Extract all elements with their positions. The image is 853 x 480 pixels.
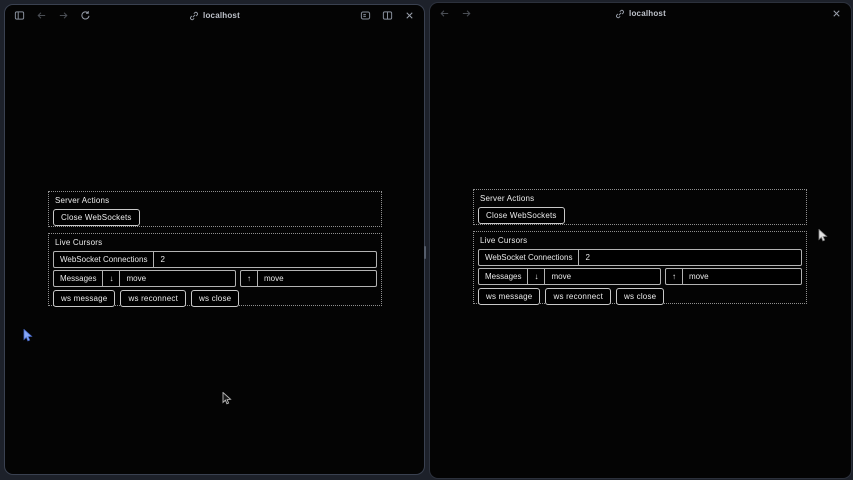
last-message-up: move xyxy=(257,271,376,286)
sidebar-icon[interactable] xyxy=(14,10,25,21)
ws-message-button[interactable]: ws message xyxy=(53,290,115,307)
toolbar-right-group xyxy=(360,10,415,21)
server-actions-panel: Server Actions Close WebSockets xyxy=(473,189,807,225)
ws-reconnect-button[interactable]: ws reconnect xyxy=(545,288,611,305)
link-icon xyxy=(189,11,199,21)
messages-down-box: Messages ↓ move xyxy=(478,268,661,285)
toolbar-right-group xyxy=(831,8,842,19)
connections-label: WebSocket Connections xyxy=(54,252,153,267)
live-cursors-title: Live Cursors xyxy=(55,238,377,247)
toolbar-left-group xyxy=(14,10,91,21)
close-icon[interactable] xyxy=(831,8,842,19)
address-title[interactable]: localhost xyxy=(430,3,851,24)
server-actions-title: Server Actions xyxy=(55,196,377,205)
messages-label: Messages xyxy=(54,271,102,286)
back-icon[interactable] xyxy=(36,10,47,21)
ws-close-button[interactable]: ws close xyxy=(616,288,664,305)
last-message-up: move xyxy=(682,269,801,284)
split-view-icon[interactable] xyxy=(382,10,393,21)
link-icon xyxy=(615,9,625,19)
page-content: Server Actions Close WebSockets Live Cur… xyxy=(430,24,851,478)
forward-icon[interactable] xyxy=(461,8,472,19)
live-cursors-title: Live Cursors xyxy=(480,236,802,245)
remote-cursor-white xyxy=(818,229,828,247)
ws-close-button[interactable]: ws close xyxy=(191,290,239,307)
window-resize-handle[interactable] xyxy=(424,246,426,259)
live-cursors-panel: Live Cursors WebSocket Connections 2 Mes… xyxy=(473,231,807,304)
arrow-up-icon: ↑ xyxy=(241,271,257,286)
connections-value: 2 xyxy=(153,252,376,267)
browser-window-left: localhost Server Actions xyxy=(4,4,425,475)
server-actions-title: Server Actions xyxy=(480,194,802,203)
connections-row: WebSocket Connections 2 xyxy=(53,251,377,268)
close-icon[interactable] xyxy=(404,10,415,21)
server-actions-panel: Server Actions Close WebSockets xyxy=(48,191,382,227)
toolbar-left-group xyxy=(439,8,472,19)
console-icon[interactable] xyxy=(360,10,371,21)
connections-label: WebSocket Connections xyxy=(479,250,578,265)
last-message-down: move xyxy=(119,271,235,286)
live-cursors-panel: Live Cursors WebSocket Connections 2 Mes… xyxy=(48,233,382,306)
messages-down-box: Messages ↓ move xyxy=(53,270,236,287)
messages-up-box: ↑ move xyxy=(240,270,377,287)
messages-up-box: ↑ move xyxy=(665,268,802,285)
arrow-down-icon: ↓ xyxy=(102,271,119,286)
browser-window-right: localhost Server Actions Close WebSocket… xyxy=(429,2,852,479)
back-icon[interactable] xyxy=(439,8,450,19)
forward-icon[interactable] xyxy=(58,10,69,21)
titlebar: localhost xyxy=(430,3,851,24)
connections-value: 2 xyxy=(578,250,801,265)
reload-icon[interactable] xyxy=(80,10,91,21)
window-title: localhost xyxy=(203,11,240,20)
close-websockets-button[interactable]: Close WebSockets xyxy=(53,209,140,226)
ws-message-button[interactable]: ws message xyxy=(478,288,540,305)
close-websockets-button[interactable]: Close WebSockets xyxy=(478,207,565,224)
titlebar: localhost xyxy=(5,5,424,26)
last-message-down: move xyxy=(544,269,660,284)
page-content: Server Actions Close WebSockets Live Cur… xyxy=(5,26,424,474)
ws-buttons-row: ws message ws reconnect ws close xyxy=(53,290,377,307)
remote-cursor-blue xyxy=(23,329,33,347)
system-cursor xyxy=(222,392,232,410)
window-title: localhost xyxy=(629,9,666,18)
messages-row: Messages ↓ move ↑ move xyxy=(53,270,377,287)
messages-label: Messages xyxy=(479,269,527,284)
arrow-up-icon: ↑ xyxy=(666,269,682,284)
messages-row: Messages ↓ move ↑ move xyxy=(478,268,802,285)
arrow-down-icon: ↓ xyxy=(527,269,544,284)
ws-reconnect-button[interactable]: ws reconnect xyxy=(120,290,186,307)
ws-buttons-row: ws message ws reconnect ws close xyxy=(478,288,802,305)
connections-row: WebSocket Connections 2 xyxy=(478,249,802,266)
